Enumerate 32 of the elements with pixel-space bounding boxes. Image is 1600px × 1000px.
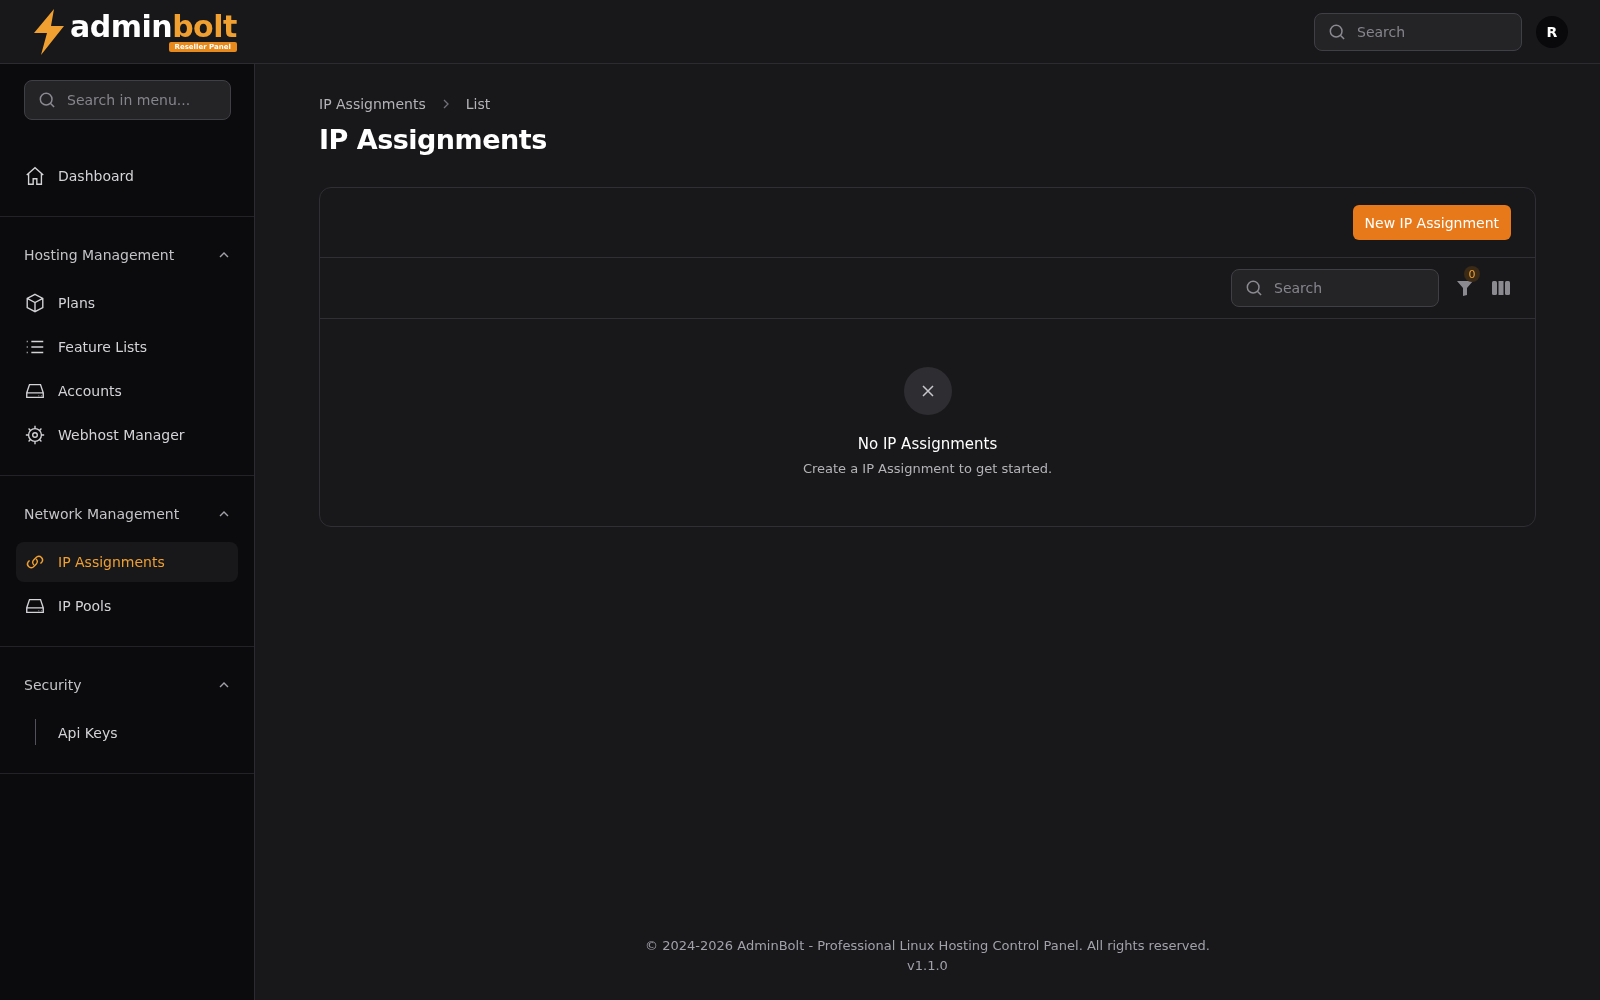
logo-wordmark: adminbolt <box>70 11 237 43</box>
sidebar-item[interactable]: Accounts <box>16 371 238 411</box>
global-search-field[interactable]: Search <box>1314 12 1522 51</box>
filter-icon[interactable] <box>1455 278 1475 298</box>
sidebar-item[interactable]: Api Keys <box>16 713 238 753</box>
sidebar-item[interactable]: Webhost Manager <box>16 415 238 455</box>
empty-state-text: Create a IP Assignment to get started. <box>802 461 1053 476</box>
sidebar-item[interactable]: IP Assignments <box>16 542 238 582</box>
menu-search-field[interactable]: Search in menu... <box>24 80 231 120</box>
user-avatar[interactable]: R <box>1536 15 1568 48</box>
cube-icon <box>24 292 46 314</box>
columns-icon[interactable] <box>1491 280 1511 296</box>
page-title: IP Assignments <box>319 124 548 155</box>
empty-state-title: No IP Assignments <box>857 435 998 453</box>
group-heading: Network Management <box>24 506 180 522</box>
sidebar-item[interactable]: Dashboard <box>16 156 238 196</box>
group-heading: Security <box>24 677 82 693</box>
sidebar-item[interactable]: IP Pools <box>16 586 238 626</box>
breadcrumb-link[interactable]: List <box>465 96 491 112</box>
sidebar-item[interactable]: Feature Lists <box>16 327 238 367</box>
tree-line <box>34 719 36 745</box>
copyright-text: © 2024-2026 AdminBolt - Professional Linux Hosting Control Panel. All rights reserved. <box>644 937 1211 955</box>
lightning-bolt-icon <box>32 8 66 55</box>
group-heading: Hosting Management <box>24 247 175 263</box>
table-search-field[interactable]: Search <box>1231 269 1439 307</box>
breadcrumb-link[interactable]: IP Assignments <box>319 96 426 112</box>
version-text: v1.1.0 <box>906 957 949 975</box>
filter-count-badge: 0 <box>1464 266 1480 282</box>
sidebar-item[interactable]: Plans <box>16 283 238 323</box>
home-icon <box>24 165 46 187</box>
gear-icon <box>24 424 46 446</box>
close-icon <box>903 367 952 415</box>
